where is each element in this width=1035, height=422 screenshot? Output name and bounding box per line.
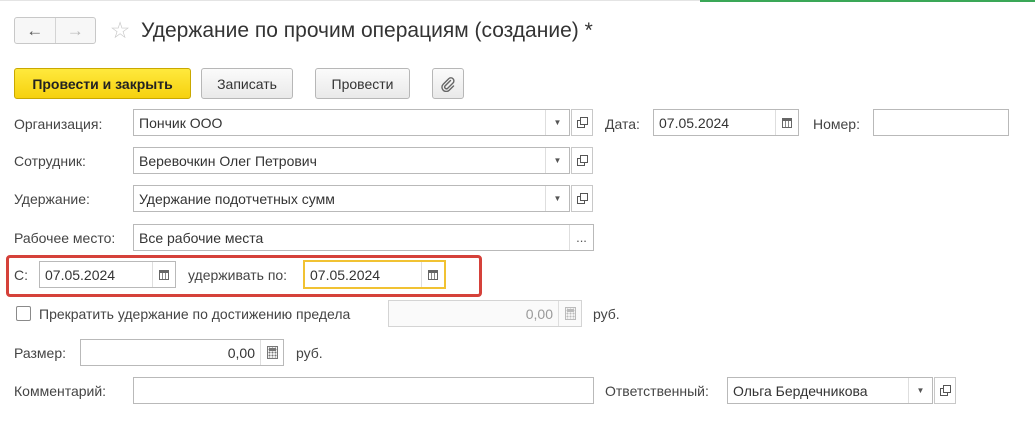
- open-window-icon: [939, 385, 951, 396]
- open-window-icon: [576, 155, 588, 166]
- calendar-icon: [782, 117, 792, 128]
- page-title: Удержание по прочим операциям (создание)…: [141, 19, 593, 42]
- chevron-down-icon[interactable]: ▼: [545, 148, 569, 173]
- workplace-label: Рабочее место:: [14, 230, 116, 246]
- responsible-field[interactable]: Ольга Бердечникова ▼: [727, 377, 933, 404]
- select-button[interactable]: ...: [569, 225, 593, 250]
- stop-limit-label: Прекратить удержание по достижению преде…: [39, 306, 351, 322]
- back-arrow-icon: ←: [26, 20, 44, 40]
- responsible-open-button[interactable]: [934, 377, 956, 404]
- number-label: Номер:: [813, 116, 860, 132]
- open-window-icon: [576, 117, 588, 128]
- calendar-icon: [159, 269, 169, 280]
- chevron-down-icon[interactable]: ▼: [908, 378, 932, 403]
- calendar-button[interactable]: [775, 110, 798, 135]
- calendar-button[interactable]: [152, 262, 175, 287]
- comment-label: Комментарий:: [14, 383, 107, 399]
- attach-files-button[interactable]: [432, 68, 464, 99]
- chevron-down-icon[interactable]: ▼: [545, 186, 569, 211]
- stop-limit-unit: руб.: [593, 306, 620, 322]
- amount-value: 0,00: [227, 344, 255, 361]
- open-window-icon: [576, 193, 588, 204]
- deduction-open-button[interactable]: [571, 185, 593, 212]
- window-top-border: [0, 0, 700, 1]
- amount-field[interactable]: 0,00: [80, 339, 284, 366]
- calculator-button[interactable]: [558, 301, 581, 326]
- date-value: 07.05.2024: [659, 114, 730, 131]
- stop-limit-amount-field[interactable]: 0,00: [388, 300, 582, 327]
- paperclip-icon: [441, 76, 455, 92]
- organization-open-button[interactable]: [571, 109, 593, 136]
- save-button[interactable]: Записать: [201, 68, 293, 99]
- navigation-group: ← →: [14, 17, 96, 44]
- calculator-button[interactable]: [260, 340, 283, 365]
- active-tab-indicator: [700, 0, 1035, 2]
- date-label: Дата:: [605, 116, 640, 132]
- employee-open-button[interactable]: [571, 147, 593, 174]
- amount-label: Размер:: [14, 345, 67, 361]
- organization-field[interactable]: Пончик ООО ▼: [133, 109, 570, 136]
- employee-value: Веревочкин Олег Петрович: [139, 152, 317, 169]
- calculator-icon: [564, 307, 576, 320]
- forward-button[interactable]: →: [54, 18, 96, 43]
- deduction-label: Удержание:: [14, 191, 90, 207]
- employee-field[interactable]: Веревочкин Олег Петрович ▼: [133, 147, 570, 174]
- from-date-field[interactable]: 07.05.2024: [39, 261, 176, 288]
- until-date-value: 07.05.2024: [310, 266, 381, 283]
- until-date-field[interactable]: 07.05.2024: [303, 260, 446, 289]
- forward-arrow-icon: →: [66, 20, 84, 40]
- post-button[interactable]: Провести: [315, 68, 410, 99]
- deduction-field[interactable]: Удержание подотчетных сумм ▼: [133, 185, 570, 212]
- favorite-star-icon[interactable]: ☆: [108, 17, 132, 43]
- chevron-down-icon[interactable]: ▼: [545, 110, 569, 135]
- workplace-value: Все рабочие места: [139, 229, 264, 246]
- from-date-value: 07.05.2024: [45, 266, 116, 283]
- from-label: С:: [14, 267, 28, 283]
- post-and-close-button[interactable]: Провести и закрыть: [14, 68, 191, 99]
- back-button[interactable]: ←: [15, 18, 55, 43]
- calendar-icon: [428, 269, 438, 280]
- stop-limit-amount-value: 0,00: [525, 305, 553, 322]
- calendar-button[interactable]: [421, 262, 444, 287]
- employee-label: Сотрудник:: [14, 153, 86, 169]
- responsible-label: Ответственный:: [605, 383, 709, 399]
- comment-field[interactable]: [133, 377, 594, 404]
- responsible-value: Ольга Бердечникова: [733, 382, 868, 399]
- stop-limit-checkbox[interactable]: [16, 306, 31, 321]
- deduction-value: Удержание подотчетных сумм: [139, 190, 335, 207]
- calculator-icon: [266, 346, 278, 359]
- until-label: удерживать по:: [188, 267, 288, 283]
- number-field[interactable]: [873, 109, 1009, 136]
- amount-unit: руб.: [296, 345, 323, 361]
- organization-label: Организация:: [14, 116, 103, 132]
- workplace-field[interactable]: Все рабочие места ...: [133, 224, 594, 251]
- date-field[interactable]: 07.05.2024: [653, 109, 799, 136]
- organization-value: Пончик ООО: [139, 114, 223, 131]
